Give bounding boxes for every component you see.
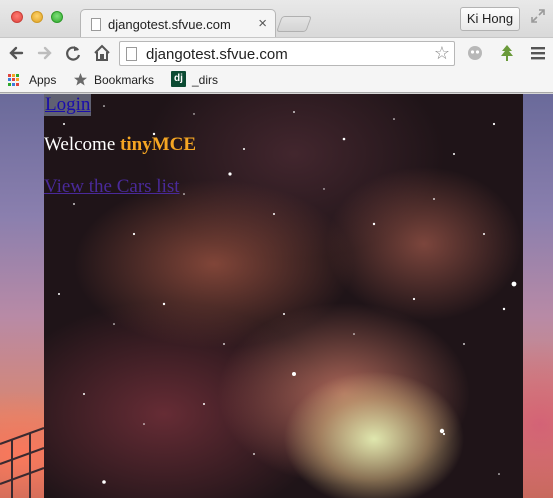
- bookmark-star-icon[interactable]: ☆: [434, 43, 450, 64]
- profile-button[interactable]: Ki Hong: [460, 7, 520, 31]
- extension-tree-icon[interactable]: [496, 42, 518, 64]
- bookmark-apps[interactable]: Apps: [29, 73, 56, 87]
- browser-toolbar: djangotest.sfvue.com ☆: [0, 37, 553, 67]
- bookmarks-star-icon: [74, 73, 87, 86]
- back-arrow-icon[interactable]: [5, 42, 27, 64]
- login-link[interactable]: Login: [44, 94, 92, 116]
- new-tab-button[interactable]: [276, 16, 312, 32]
- bookmark-dirs[interactable]: _dirs: [192, 73, 218, 87]
- address-bar[interactable]: djangotest.sfvue.com ☆: [119, 41, 455, 66]
- url-text[interactable]: djangotest.sfvue.com: [146, 46, 288, 63]
- bookmark-bookmarks[interactable]: Bookmarks: [94, 73, 154, 87]
- page-viewport: Login Welcome tinyMCE View the Cars list: [0, 94, 553, 498]
- extension-ghost-icon[interactable]: [464, 42, 486, 64]
- view-cars-list-link[interactable]: View the Cars list: [44, 176, 180, 198]
- tab-title: djangotest.sfvue.com: [108, 17, 231, 32]
- bookmarks-bar: Apps Bookmarks dj _dirs: [0, 67, 553, 93]
- page-icon: [126, 47, 137, 61]
- fullscreen-icon[interactable]: [530, 8, 546, 24]
- browser-tab[interactable]: djangotest.sfvue.com ×: [80, 9, 276, 38]
- window-maximize-button[interactable]: [51, 11, 63, 23]
- username: tinyMCE: [120, 134, 197, 155]
- window-titlebar: djangotest.sfvue.com × Ki Hong: [0, 0, 553, 38]
- menu-hamburger-icon[interactable]: [527, 42, 549, 64]
- window-close-button[interactable]: [11, 11, 23, 23]
- page-favicon-icon: [91, 18, 101, 31]
- django-favicon-icon: dj: [171, 71, 186, 87]
- window-minimize-button[interactable]: [31, 11, 43, 23]
- home-icon[interactable]: [91, 42, 113, 64]
- bridge-silhouette: [0, 427, 44, 498]
- tab-close-icon[interactable]: ×: [258, 15, 267, 32]
- apps-grid-icon[interactable]: [8, 74, 20, 86]
- forward-arrow-icon[interactable]: [34, 42, 56, 64]
- welcome-message: Welcome tinyMCE: [44, 134, 196, 156]
- reload-icon[interactable]: [62, 42, 84, 64]
- welcome-prefix: Welcome: [44, 134, 121, 155]
